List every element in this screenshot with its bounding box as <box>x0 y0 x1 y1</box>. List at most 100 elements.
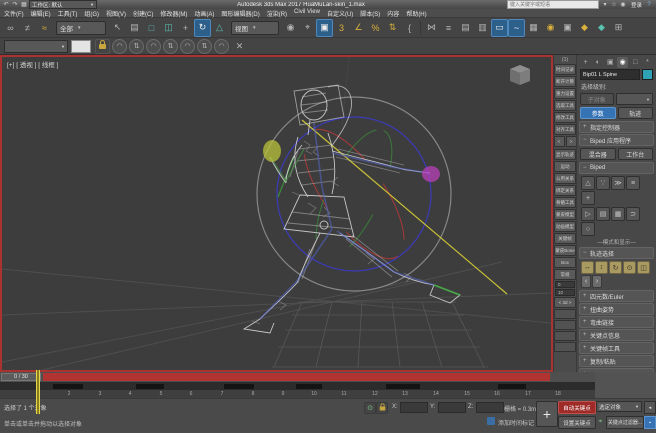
selection-lock-toggle[interactable] <box>376 402 388 414</box>
side-blank-button[interactable] <box>554 342 576 352</box>
side-tool-button[interactable]: 重力设置 <box>554 88 576 99</box>
render-iterative-icon[interactable]: ⊞ <box>610 19 627 37</box>
auto-key-button[interactable]: 自动关键点 <box>558 401 596 414</box>
ribbon-toggle-icon[interactable]: ▭ <box>491 19 508 37</box>
menu-item[interactable]: 内容 <box>387 9 399 18</box>
side-tool-button[interactable]: 蒙皮模型 <box>554 209 576 220</box>
side-tool-button[interactable]: 运动 <box>554 161 576 172</box>
menu-item[interactable]: 创建(C) <box>133 9 153 18</box>
spinner-snap-icon[interactable]: ⇅ <box>384 19 401 37</box>
select-opposite-icon[interactable]: ‹ <box>581 275 591 288</box>
side-tool-button[interactable]: 修改工具 <box>554 112 576 123</box>
side-tool-button[interactable]: 绑定关系 <box>554 185 576 196</box>
sub-object-button[interactable]: 子对象 <box>580 93 614 105</box>
menu-item[interactable]: 渲染(R) <box>267 9 287 18</box>
convert-icon[interactable]: ⊃ <box>626 207 640 221</box>
side-tool-button[interactable]: 公用关系 <box>554 173 576 184</box>
side-tool-button[interactable]: 时间记录 <box>554 64 576 75</box>
time-slider-thumb[interactable]: 0 / 30 <box>1 373 41 381</box>
object-color-swatch[interactable] <box>642 69 653 80</box>
side-tool-button[interactable]: 显示轨迹 <box>554 149 576 160</box>
tab-create-icon[interactable]: + <box>580 57 591 68</box>
rollout-collapsed[interactable]: + 四元数/Euler <box>579 290 654 302</box>
bind-spacewarp-icon[interactable]: ≈ <box>36 19 53 37</box>
value-field[interactable] <box>71 40 91 53</box>
select-link-icon[interactable]: ∞ <box>2 19 19 37</box>
rollout-track-selection[interactable]: − 轨迹选择 <box>579 247 654 259</box>
motion-flow-mode-icon[interactable]: ≫ <box>611 176 625 190</box>
unlink-selection-icon[interactable]: ≠ <box>19 19 36 37</box>
side-mode-button[interactable]: < 3d > <box>554 297 576 308</box>
named-selection-set-combo[interactable]: ▼ <box>4 40 68 53</box>
render-setup-icon[interactable]: ▣ <box>559 19 576 37</box>
side-tool-button[interactable]: 常规 <box>554 269 576 280</box>
perspective-viewport[interactable]: [+] [ 透视 ] [ 线框 ] <box>0 55 553 372</box>
body-horizontal-icon[interactable]: ↔ <box>581 261 594 274</box>
animation-key[interactable] <box>136 384 164 389</box>
undo-icon[interactable]: ↶ <box>2 1 10 8</box>
mixer-button[interactable]: 混合器 <box>580 148 616 160</box>
named-sets-icon[interactable]: { <box>401 19 418 37</box>
rollout-collapsed[interactable]: + 复制/粘贴 <box>579 355 654 367</box>
sub-object-dropdown[interactable]: ▼ <box>616 93 654 105</box>
material-editor-icon[interactable]: ◉ <box>542 19 559 37</box>
animation-key[interactable] <box>498 384 526 389</box>
workbench-button[interactable]: 工作台 <box>618 148 654 160</box>
round-tool-1-icon[interactable]: ◠ <box>112 39 127 54</box>
layer-manager-icon[interactable]: ▤ <box>457 19 474 37</box>
side-tool-button[interactable]: 动画模型 <box>554 221 576 232</box>
percent-snap-icon[interactable]: % <box>367 19 384 37</box>
load-file-icon[interactable]: ▤ <box>596 207 610 221</box>
align-icon[interactable]: ≡ <box>440 19 457 37</box>
favorites-icon[interactable]: ☆ <box>610 1 618 8</box>
rollout-collapsed[interactable]: + 弯曲链接 <box>579 316 654 328</box>
tab-motion-icon[interactable]: ◉ <box>617 57 628 68</box>
menu-item[interactable]: Civil View <box>294 9 320 18</box>
tab-modify-icon[interactable]: ◐ <box>592 57 603 68</box>
side-arrow-button[interactable]: < <box>554 136 565 147</box>
isolate-selection-toggle[interactable]: ⊙ <box>364 402 376 414</box>
search-history-icon[interactable]: ▾ <box>601 1 609 8</box>
tab-utilities-icon[interactable]: * <box>642 57 653 68</box>
z-coordinate-field[interactable] <box>476 402 504 413</box>
viewport-label[interactable]: [+] [ 透视 ] [ 线框 ] <box>7 59 58 69</box>
menu-item[interactable]: 帮助(H) <box>406 9 426 18</box>
menu-item[interactable]: 工具(T) <box>58 9 78 18</box>
angle-snap-icon[interactable]: ∠ <box>350 19 367 37</box>
animation-key[interactable] <box>296 384 322 389</box>
round-tool-3-icon[interactable]: ◠ <box>146 39 161 54</box>
menu-item[interactable]: 编辑(E) <box>31 9 51 18</box>
animation-key[interactable] <box>386 384 420 389</box>
rollout-biped[interactable]: − Biped <box>579 162 654 174</box>
in-place-mode-icon[interactable]: ○ <box>581 222 595 236</box>
mirror-icon[interactable]: ⋈ <box>423 19 440 37</box>
figure-mode-icon[interactable]: △ <box>581 176 595 190</box>
rollout-assign-controller[interactable]: + 指定控制器 <box>579 121 654 133</box>
time-slider[interactable]: 0 / 30 <box>0 372 595 382</box>
go-to-start-button[interactable]: ▪ <box>644 416 656 429</box>
select-opposite2-icon[interactable]: › <box>592 275 602 288</box>
select-by-name-icon[interactable]: ▤ <box>126 19 143 37</box>
coord-system-dropdown[interactable]: 视图 ▼ <box>231 21 279 35</box>
round-tool-7-icon[interactable]: ◠ <box>214 39 229 54</box>
set-key-button[interactable]: 设置关键点 <box>558 416 596 429</box>
side-tool-button[interactable]: 骨骼工具 <box>554 197 576 208</box>
round-tool-5-icon[interactable]: ◠ <box>180 39 195 54</box>
side-tool-button[interactable]: 选取工具 <box>554 100 576 111</box>
window-crossing-icon[interactable]: ◫ <box>160 19 177 37</box>
biped-playback-icon[interactable]: ▷ <box>581 207 595 221</box>
y-coordinate-field[interactable] <box>438 402 466 413</box>
side-tool-button[interactable]: 断开计算 <box>554 76 576 87</box>
body-rotation-icon[interactable]: ↻ <box>609 261 622 274</box>
object-name-field[interactable]: Bip01 L Spine <box>580 69 640 80</box>
rollout-biped-apps[interactable]: − Biped 应用程序 <box>579 134 654 146</box>
scene-explorer-icon[interactable]: ▥ <box>474 19 491 37</box>
menu-item[interactable]: 自定义(U) <box>327 9 353 18</box>
close-icon[interactable]: ✕ <box>231 37 248 55</box>
selection-filter-dropdown[interactable]: 全部 ▼ <box>56 21 106 35</box>
rollout-collapsed[interactable]: + 关键帧工具 <box>579 342 654 354</box>
menu-item[interactable]: 文件(F) <box>4 9 24 18</box>
rendered-frame-icon[interactable]: ◆ <box>576 19 593 37</box>
lock-com-keying-icon[interactable]: ⊙ <box>623 261 636 274</box>
round-tool-4-icon[interactable]: ⇅ <box>163 39 178 54</box>
